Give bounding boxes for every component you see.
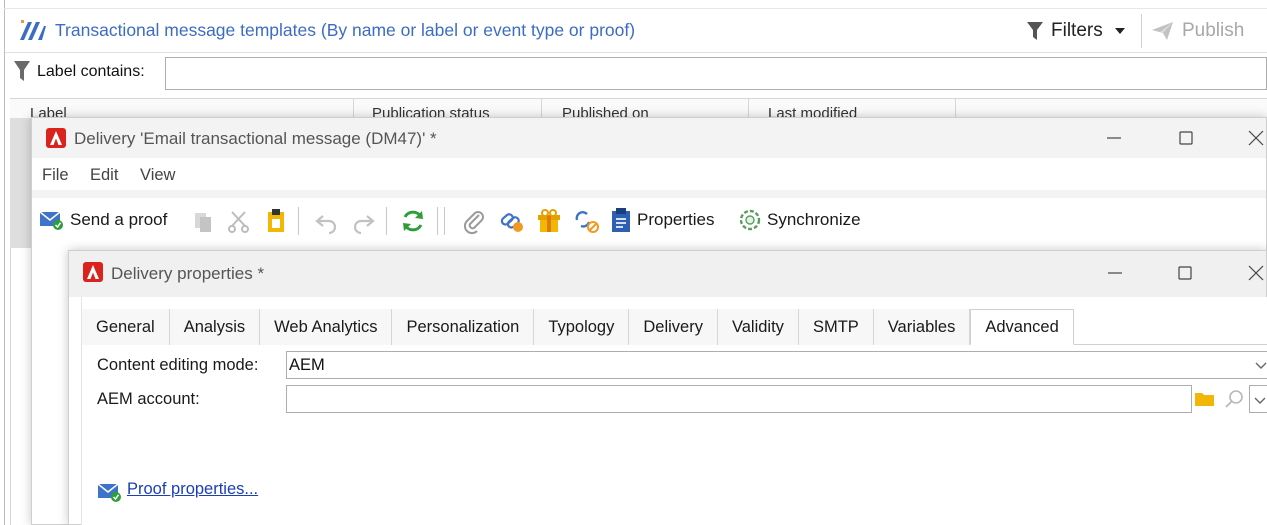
toolbar-separator [298,207,299,235]
properties-tabs: General Analysis Web Analytics Personali… [82,309,1267,345]
toolbar-divider [1141,14,1142,48]
templates-header: Transactional message templates (By name… [5,9,1267,53]
paste-icon[interactable] [265,207,287,235]
campaign-logo-icon [20,20,46,40]
tab-smtp[interactable]: SMTP [798,309,874,345]
tab-typology[interactable]: Typology [534,309,630,345]
proof-properties-link[interactable]: Proof properties... [127,480,258,499]
delivery-toolbar: Send a proof Properties Synchronize [32,198,1266,242]
label-contains-input[interactable] [165,57,1267,90]
paper-plane-icon [1152,22,1173,40]
cut-icon[interactable] [228,208,250,236]
synchronize-icon [739,209,761,231]
gift-icon[interactable] [536,207,562,235]
properties-body: General Analysis Web Analytics Personali… [81,297,1267,525]
tab-general[interactable]: General [82,309,170,345]
label-contains-label: Label contains: [37,63,145,80]
attachment-icon[interactable] [462,207,486,235]
maximize-icon[interactable] [1174,126,1198,150]
refresh-icon[interactable] [400,207,426,235]
minimize-icon[interactable] [1103,261,1127,285]
column-divider [353,99,354,118]
tab-web-analytics[interactable]: Web Analytics [260,309,393,345]
menu-file[interactable]: File [42,166,69,185]
filters-button[interactable]: Filters [1027,17,1125,45]
send-proof-icon [39,211,63,230]
filters-label: Filters [1051,20,1103,41]
publish-label: Publish [1182,20,1245,41]
list-column-headers: Label Publication status Published on La… [10,98,1267,118]
properties-label: Properties [637,210,715,229]
adobe-app-icon [46,128,66,148]
publish-button[interactable]: Publish [1152,17,1244,45]
column-divider [541,99,542,118]
chevron-down-icon[interactable] [1253,357,1267,373]
undo-icon[interactable] [314,208,338,236]
list-side-panel [10,118,32,248]
maximize-icon[interactable] [1173,261,1197,285]
aem-account-label: AEM account: [97,390,200,408]
funnel-icon [14,61,30,81]
aem-account-dropdown[interactable] [1249,385,1267,413]
aem-account-input[interactable] [286,385,1192,413]
content-editing-mode-select[interactable] [286,351,1267,379]
properties-window-title: Delivery properties * [111,264,265,283]
tab-advanced[interactable]: Advanced [970,309,1074,345]
tab-delivery[interactable]: Delivery [629,309,718,345]
delivery-menubar: File Edit View [32,158,1266,190]
close-icon[interactable] [1244,261,1267,285]
proof-envelope-icon [97,483,121,502]
synchronize-label: Synchronize [767,210,861,229]
menu-edit[interactable]: Edit [90,166,118,185]
toolbar-separator [437,207,438,235]
unlink-icon[interactable] [573,207,601,235]
close-icon[interactable] [1244,126,1267,150]
properties-titlebar[interactable]: Delivery properties * [69,251,1266,297]
toolbar-separator [444,207,445,235]
chevron-down-icon [1254,397,1266,404]
tab-variables[interactable]: Variables [873,309,971,345]
delivery-properties-window: Delivery properties * General Analysis W… [68,250,1267,525]
column-divider [955,99,956,118]
copy-icon[interactable] [192,208,214,236]
templates-title[interactable]: Transactional message templates (By name… [55,20,635,41]
delivery-window-title: Delivery 'Email transactional message (D… [74,129,437,148]
adobe-app-icon [83,262,103,282]
properties-button[interactable]: Properties [610,206,714,234]
redo-icon[interactable] [352,208,376,236]
send-proof-label: Send a proof [70,210,168,229]
toolbar-separator [386,207,387,235]
folder-icon[interactable] [1194,389,1216,409]
menubar-divider [32,190,1266,198]
menu-view[interactable]: View [140,166,175,185]
funnel-icon [1027,22,1043,40]
clipboard-icon [612,208,630,232]
search-icon[interactable] [1224,388,1246,410]
column-divider [748,99,749,118]
delivery-titlebar[interactable]: Delivery 'Email transactional message (D… [32,118,1266,158]
link-icon[interactable] [498,207,526,235]
tab-analysis[interactable]: Analysis [169,309,261,345]
synchronize-button[interactable]: Synchronize [738,206,861,234]
screen: Transactional message templates (By name… [0,0,1267,525]
content-editing-mode-label: Content editing mode: [97,356,259,374]
chevron-down-icon [1114,28,1125,34]
label-filter-row: Label contains: [5,54,1267,94]
tab-personalization[interactable]: Personalization [392,309,535,345]
send-proof-button[interactable]: Send a proof [39,206,167,234]
minimize-icon[interactable] [1102,126,1126,150]
tab-validity[interactable]: Validity [717,309,799,345]
